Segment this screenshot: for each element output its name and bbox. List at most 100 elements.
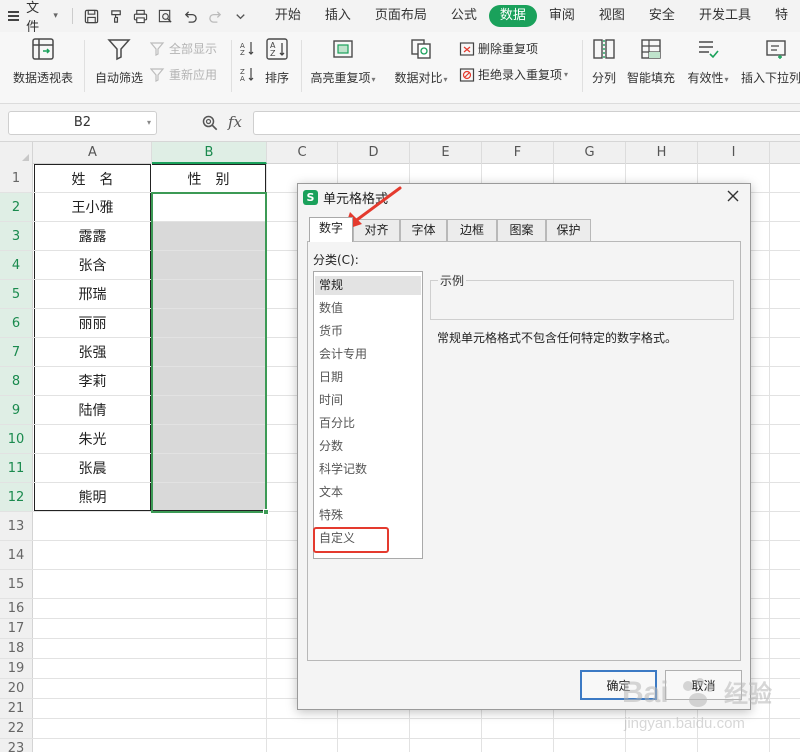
column-header-a[interactable]: A: [34, 142, 152, 164]
category-item[interactable]: 会计专用: [319, 345, 367, 364]
quick-access-more-button[interactable]: [230, 5, 251, 27]
reject-duplicates-button[interactable]: 拒绝录入重复项 ▾: [459, 66, 568, 83]
gender-cell[interactable]: [152, 251, 266, 279]
row-header-8[interactable]: 8: [0, 367, 33, 395]
tab-8[interactable]: 开发工具: [687, 5, 763, 27]
row-header-14[interactable]: 14: [0, 541, 33, 569]
row-header-15[interactable]: 15: [0, 570, 33, 598]
row-header-21[interactable]: 21: [0, 699, 33, 718]
column-header-e[interactable]: E: [410, 142, 482, 164]
dialog-tab-5[interactable]: 保护: [546, 219, 591, 241]
print-button[interactable]: [131, 5, 152, 27]
name-cell[interactable]: 邢瑞: [34, 280, 151, 308]
gender-cell[interactable]: [152, 483, 266, 511]
gender-cell[interactable]: [152, 454, 266, 482]
sort-ascending-button[interactable]: AZ: [239, 40, 258, 56]
dialog-tab-2[interactable]: 字体: [400, 219, 447, 241]
print-preview-button[interactable]: [155, 5, 176, 27]
dialog-tab-4[interactable]: 图案: [497, 219, 546, 241]
highlight-duplicates-button[interactable]: 高亮重复项▾: [306, 36, 380, 86]
row-header-12[interactable]: 12: [0, 483, 33, 511]
column-header-h[interactable]: H: [626, 142, 698, 164]
row-header-3[interactable]: 3: [0, 222, 33, 250]
smart-fill-button[interactable]: 智能填充: [626, 36, 676, 86]
row-header-17[interactable]: 17: [0, 619, 33, 638]
row-header-5[interactable]: 5: [0, 280, 33, 308]
row-header-18[interactable]: 18: [0, 639, 33, 658]
row-header-16[interactable]: 16: [0, 599, 33, 618]
data-compare-button[interactable]: 数据对比▾: [388, 36, 454, 86]
header-cell-gender[interactable]: 性 别: [152, 164, 266, 192]
category-item[interactable]: 科学记数: [319, 460, 367, 479]
reapply-button[interactable]: 重新应用: [150, 66, 217, 83]
tab-9[interactable]: 特: [763, 5, 800, 27]
category-item[interactable]: 日期: [319, 368, 343, 387]
row-header-22[interactable]: 22: [0, 719, 33, 738]
category-list[interactable]: 常规 数值 货币 会计专用 日期 时间 百分比 分数 科学记数 文本 特殊 自定义: [313, 271, 423, 559]
row-header-10[interactable]: 10: [0, 425, 33, 453]
category-item[interactable]: 时间: [319, 391, 343, 410]
tab-0[interactable]: 开始: [263, 5, 313, 27]
row-header-6[interactable]: 6: [0, 309, 33, 337]
gender-cell[interactable]: [152, 309, 266, 337]
row-header-7[interactable]: 7: [0, 338, 33, 366]
name-cell[interactable]: 朱光: [34, 425, 151, 453]
category-item[interactable]: 数值: [319, 299, 343, 318]
name-cell[interactable]: 张晨: [34, 454, 151, 482]
pivot-table-button[interactable]: 数据透视表: [10, 36, 76, 86]
row-header-11[interactable]: 11: [0, 454, 33, 482]
select-all-corner[interactable]: [0, 142, 33, 164]
name-cell[interactable]: 张含: [34, 251, 151, 279]
sort-button[interactable]: AZ 排序: [262, 36, 292, 86]
column-header-i[interactable]: I: [698, 142, 770, 164]
tab-2[interactable]: 页面布局: [363, 5, 439, 27]
tab-6[interactable]: 视图: [587, 5, 637, 27]
tab-4[interactable]: 数据: [488, 5, 537, 27]
name-cell[interactable]: 丽丽: [34, 309, 151, 337]
row-header-19[interactable]: 19: [0, 659, 33, 678]
save-button[interactable]: [81, 5, 102, 27]
format-painter-button[interactable]: [106, 5, 127, 27]
row-header-13[interactable]: 13: [0, 512, 33, 540]
undo-button[interactable]: [180, 5, 201, 27]
row-header-1[interactable]: 1: [0, 164, 33, 192]
redo-button[interactable]: [205, 5, 226, 27]
name-box[interactable]: B2 ▾: [8, 111, 157, 135]
tab-7[interactable]: 安全: [637, 5, 687, 27]
gender-cell[interactable]: [152, 425, 266, 453]
autofilter-button[interactable]: 自动筛选: [92, 36, 146, 86]
name-cell[interactable]: 张强: [34, 338, 151, 366]
column-header-b[interactable]: B: [152, 142, 267, 164]
name-cell[interactable]: 李莉: [34, 367, 151, 395]
insert-function-button[interactable]: fx: [228, 113, 242, 131]
name-cell[interactable]: 露露: [34, 222, 151, 250]
gender-cell[interactable]: [152, 280, 266, 308]
zoom-lookup-icon[interactable]: [201, 114, 219, 132]
tab-1[interactable]: 插入: [313, 5, 363, 27]
column-header-d[interactable]: D: [338, 142, 410, 164]
name-cell[interactable]: 王小雅: [34, 193, 151, 221]
gender-cell[interactable]: [152, 396, 266, 424]
category-item[interactable]: 分数: [319, 437, 343, 456]
dialog-tab-3[interactable]: 边框: [447, 219, 497, 241]
gender-cell[interactable]: [152, 193, 266, 221]
file-menu[interactable]: 文件 ▾: [0, 0, 66, 35]
split-column-button[interactable]: 分列: [589, 36, 619, 86]
tab-3[interactable]: 公式: [439, 5, 489, 27]
row-header-23[interactable]: 23: [0, 739, 33, 752]
column-header-c[interactable]: C: [267, 142, 338, 164]
gender-cell[interactable]: [152, 222, 266, 250]
row-header-4[interactable]: 4: [0, 251, 33, 279]
row-header-20[interactable]: 20: [0, 679, 33, 698]
category-item[interactable]: 货币: [319, 322, 343, 341]
tab-5[interactable]: 审阅: [537, 5, 587, 27]
name-cell[interactable]: 熊明: [34, 483, 151, 511]
category-item[interactable]: 常规: [315, 276, 421, 295]
category-item[interactable]: 文本: [319, 483, 343, 502]
remove-duplicates-button[interactable]: 删除重复项: [459, 40, 538, 57]
formula-input[interactable]: [253, 111, 800, 135]
row-header-2[interactable]: 2: [0, 193, 33, 221]
category-item[interactable]: 百分比: [319, 414, 355, 433]
row-header-9[interactable]: 9: [0, 396, 33, 424]
header-cell-name[interactable]: 姓 名: [34, 164, 151, 192]
